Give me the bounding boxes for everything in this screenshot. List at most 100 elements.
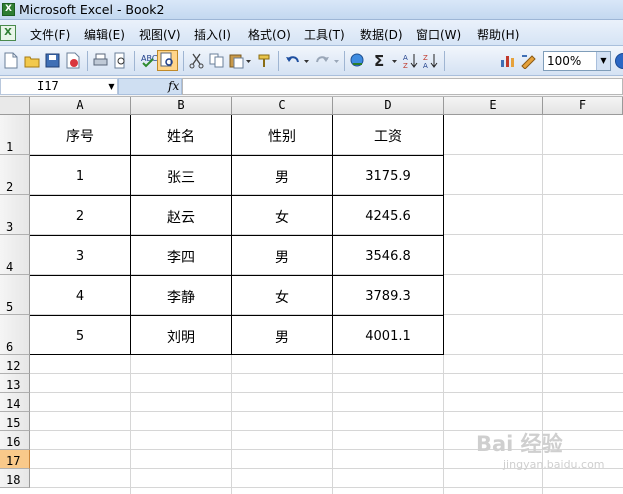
menu-data[interactable]: 数据(D) xyxy=(360,26,403,43)
cut-icon[interactable] xyxy=(188,52,205,69)
workbook-icon[interactable]: X xyxy=(0,25,16,41)
column-header-e[interactable]: E xyxy=(444,97,543,115)
cell-d1[interactable]: 工资 xyxy=(333,115,443,155)
cell-b1[interactable]: 姓名 xyxy=(131,115,231,155)
row-header-2[interactable]: 2 xyxy=(0,155,30,195)
row-header-3[interactable]: 3 xyxy=(0,195,30,235)
autosum-icon[interactable]: Σ xyxy=(372,52,389,69)
gridline xyxy=(30,392,623,393)
row-header-18[interactable]: 18 xyxy=(0,469,30,488)
cell-c2[interactable]: 男 xyxy=(232,155,332,195)
menu-file[interactable]: 文件(F) xyxy=(30,26,70,43)
cell-b5[interactable]: 李静 xyxy=(131,275,231,315)
row-header-4[interactable]: 4 xyxy=(0,235,30,275)
hyperlink-icon[interactable] xyxy=(349,52,366,69)
cell-d5[interactable]: 3789.3 xyxy=(333,275,443,315)
cell-c3[interactable]: 女 xyxy=(232,195,332,235)
cell-d2[interactable]: 3175.9 xyxy=(333,155,443,195)
select-all-corner[interactable] xyxy=(0,97,30,115)
print-icon[interactable] xyxy=(92,52,109,69)
cell-c4[interactable]: 男 xyxy=(232,235,332,275)
redo-dropdown-icon[interactable] xyxy=(332,52,341,69)
row-header-1[interactable]: 1 xyxy=(0,115,30,155)
row-header-15[interactable]: 15 xyxy=(0,412,30,431)
menu-view[interactable]: 视图(V) xyxy=(139,26,181,43)
formula-bar: I17 ▼ fx xyxy=(0,76,623,97)
open-folder-icon[interactable] xyxy=(24,52,41,69)
menu-window[interactable]: 窗口(W) xyxy=(416,26,461,43)
cell-c1[interactable]: 性别 xyxy=(232,115,332,155)
cell-a1[interactable]: 序号 xyxy=(30,115,130,155)
permission-icon[interactable] xyxy=(64,52,81,69)
row-header-14[interactable]: 14 xyxy=(0,393,30,412)
cell-a6[interactable]: 5 xyxy=(30,315,130,355)
column-header-c[interactable]: C xyxy=(232,97,333,115)
row-header-17[interactable]: 17 xyxy=(0,450,30,469)
excel-app-icon[interactable]: X xyxy=(2,3,15,16)
toolbar-separator xyxy=(444,51,445,71)
row-header-5[interactable]: 5 xyxy=(0,275,30,315)
sort-descending-icon[interactable]: ZA xyxy=(422,52,439,69)
cell-a5[interactable]: 4 xyxy=(30,275,130,315)
research-icon[interactable] xyxy=(157,50,178,71)
chevron-down-icon[interactable]: ▼ xyxy=(596,52,610,70)
format-painter-icon[interactable] xyxy=(256,52,273,69)
paste-icon[interactable] xyxy=(228,52,245,69)
cell-b6[interactable]: 刘明 xyxy=(131,315,231,355)
formula-input[interactable] xyxy=(182,78,623,95)
row-header-16[interactable]: 16 xyxy=(0,431,30,450)
redo-icon[interactable] xyxy=(314,52,331,69)
cell-a4[interactable]: 3 xyxy=(30,235,130,275)
cell-c5[interactable]: 女 xyxy=(232,275,332,315)
window-title: Microsoft Excel - Book2 xyxy=(19,2,165,17)
cell-a3[interactable]: 2 xyxy=(30,195,130,235)
row-header-12[interactable]: 12 xyxy=(0,355,30,374)
column-header-f[interactable]: F xyxy=(543,97,623,115)
cell-a2[interactable]: 1 xyxy=(30,155,130,195)
column-header-d[interactable]: D xyxy=(333,97,444,115)
chart-wizard-icon[interactable] xyxy=(499,52,516,69)
sort-ascending-icon[interactable]: AZ xyxy=(402,52,419,69)
zoom-select[interactable]: 100% ▼ xyxy=(543,51,611,71)
paste-dropdown-icon[interactable] xyxy=(244,52,253,69)
menu-insert[interactable]: 插入(I) xyxy=(194,26,231,43)
name-box[interactable]: I17 xyxy=(0,78,118,95)
row-header-6[interactable]: 6 xyxy=(0,315,30,355)
autosum-dropdown-icon[interactable] xyxy=(390,52,399,69)
svg-text:A: A xyxy=(423,62,428,69)
new-document-icon[interactable] xyxy=(2,52,19,69)
save-icon[interactable] xyxy=(44,52,61,69)
menu-edit[interactable]: 编辑(E) xyxy=(84,26,125,43)
gridline xyxy=(30,487,623,488)
baidu-watermark: Bai 经验 xyxy=(476,432,563,456)
spelling-icon[interactable]: ABC xyxy=(140,52,157,69)
copy-icon[interactable] xyxy=(208,52,225,69)
cell-b2[interactable]: 张三 xyxy=(131,155,231,195)
menu-format[interactable]: 格式(O) xyxy=(248,26,291,43)
undo-icon[interactable] xyxy=(284,52,301,69)
title-bar: X Microsoft Excel - Book2 xyxy=(0,0,623,20)
cell-d3[interactable]: 4245.6 xyxy=(333,195,443,235)
cell-b4[interactable]: 李四 xyxy=(131,235,231,275)
undo-dropdown-icon[interactable] xyxy=(302,52,311,69)
column-header-a[interactable]: A xyxy=(30,97,131,115)
menu-bar: X 文件(F) 编辑(E) 视图(V) 插入(I) 格式(O) 工具(T) 数据… xyxy=(0,20,623,46)
svg-text:Z: Z xyxy=(403,62,408,69)
cell-b3[interactable]: 赵云 xyxy=(131,195,231,235)
chevron-down-icon[interactable]: ▼ xyxy=(106,79,117,94)
print-preview-icon[interactable] xyxy=(112,52,129,69)
cell-c6[interactable]: 男 xyxy=(232,315,332,355)
standard-toolbar: ABC Σ AZ ZA xyxy=(0,46,623,76)
cell-d6[interactable]: 4001.1 xyxy=(333,315,443,355)
drawing-icon[interactable] xyxy=(520,52,537,69)
toolbar-separator xyxy=(344,51,345,71)
svg-text:Σ: Σ xyxy=(374,52,384,69)
insert-function-icon[interactable]: fx xyxy=(168,79,179,93)
menu-help[interactable]: 帮助(H) xyxy=(477,26,519,43)
cell-d4[interactable]: 3546.8 xyxy=(333,235,443,275)
column-header-b[interactable]: B xyxy=(131,97,232,115)
row-header-13[interactable]: 13 xyxy=(0,374,30,393)
menu-tools[interactable]: 工具(T) xyxy=(304,26,345,43)
gridline xyxy=(30,411,623,412)
toolbar-separator xyxy=(183,51,184,71)
